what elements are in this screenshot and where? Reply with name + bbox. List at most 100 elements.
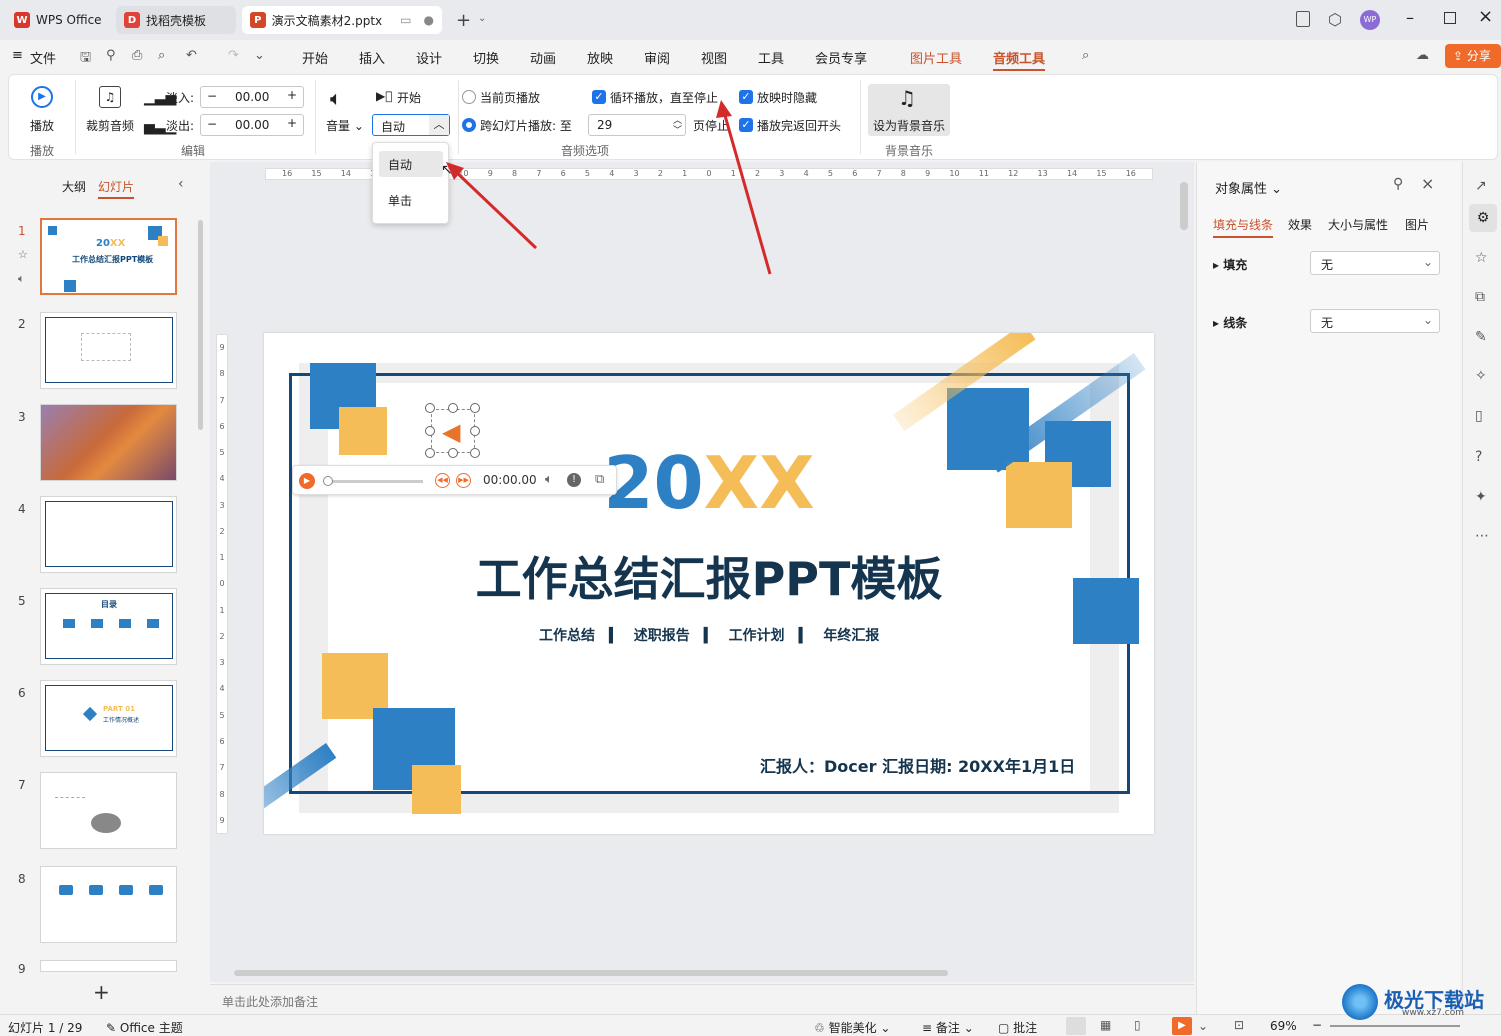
slideshow-play-icon[interactable]: ▶ — [1172, 1017, 1192, 1035]
menu-transition[interactable]: 切换 — [473, 48, 499, 67]
start-select[interactable]: 自动 ︿ — [372, 114, 450, 136]
menu-audio-tools[interactable]: 音频工具 — [993, 48, 1046, 71]
notes-area[interactable]: 单击此处添加备注 — [210, 984, 1194, 1014]
slide-thumb-2[interactable] — [40, 312, 177, 389]
menu-animation[interactable]: 动画 — [530, 48, 556, 67]
tab-fill-line[interactable]: 填充与线条 — [1213, 216, 1274, 238]
minus-icon[interactable]: − — [207, 89, 217, 103]
magic-icon[interactable]: ✧ — [1475, 368, 1487, 384]
slide-thumb-4[interactable] — [40, 496, 177, 573]
slide-thumb-9[interactable] — [40, 960, 177, 972]
trim-audio-button[interactable]: 裁剪音频 — [86, 117, 134, 134]
menu-start[interactable]: 开始 — [302, 48, 328, 67]
beautify-button[interactable]: ♲ 智能美化 ⌄ — [814, 1019, 890, 1036]
bg-music-button[interactable]: ♫ 设为背景音乐 — [868, 84, 950, 136]
properties-icon[interactable]: ⚙ — [1469, 204, 1497, 232]
comments-button[interactable]: ▢ 批注 — [998, 1019, 1037, 1036]
minus-icon[interactable]: − — [207, 117, 217, 131]
search-icon[interactable]: ⌕ — [1082, 48, 1089, 63]
theme-label[interactable]: ✎ Office 主题 — [106, 1019, 183, 1036]
save-icon[interactable]: 🖫 — [80, 48, 91, 70]
chevron-down-icon[interactable]: ⌄ — [478, 13, 486, 24]
grid-view-icon[interactable]: ▦ — [1100, 1018, 1111, 1032]
resize-handle[interactable] — [448, 448, 458, 458]
resize-handle[interactable] — [470, 448, 480, 458]
menu-review[interactable]: 审阅 — [644, 48, 670, 67]
slide-thumb-7[interactable] — [40, 772, 177, 849]
player-progress-handle[interactable] — [323, 476, 333, 486]
resize-handle[interactable] — [448, 403, 458, 413]
current-slide[interactable]: 20XX 工作总结汇报PPT模板 工作总结 ▍ 述职报告 ▍ 工作计划 ▍ 年终汇报 汇报人… — [264, 333, 1154, 834]
notes-button[interactable]: ≡ 备注 ⌄ — [922, 1019, 974, 1036]
player-progress[interactable] — [325, 480, 423, 483]
line-section[interactable]: ▸ 线条 — [1213, 314, 1247, 331]
arrow-icon[interactable]: ↗ — [1475, 178, 1487, 194]
screen-icon[interactable]: ▭ — [400, 13, 411, 27]
resize-handle[interactable] — [425, 426, 435, 436]
slide-thumb-8[interactable] — [40, 866, 177, 943]
help-icon[interactable]: ? — [1475, 449, 1482, 465]
close-icon[interactable]: × — [1421, 174, 1434, 193]
plugin-icon[interactable]: ✦ — [1475, 489, 1487, 505]
plus-icon[interactable]: + — [287, 116, 297, 130]
tab-docer[interactable]: D 找稻壳模板 — [116, 6, 236, 34]
normal-view-icon[interactable] — [1066, 1017, 1086, 1035]
dropdown-option-click[interactable]: 单击 — [379, 187, 443, 213]
menu-member[interactable]: 会员专享 — [815, 48, 867, 67]
resize-handle[interactable] — [425, 448, 435, 458]
copy-icon[interactable]: ⧉ — [1475, 289, 1485, 305]
menu-slideshow[interactable]: 放映 — [587, 48, 613, 67]
zoom-slider[interactable] — [1330, 1025, 1460, 1027]
tab-size-properties[interactable]: 大小与属性 — [1328, 216, 1388, 233]
resize-handle[interactable] — [470, 403, 480, 413]
player-play-icon[interactable]: ▶ — [299, 473, 315, 489]
slide-thumb-3[interactable] — [40, 404, 177, 481]
forward-icon[interactable]: ▶▶ — [456, 473, 471, 488]
menu-insert[interactable]: 插入 — [359, 48, 385, 67]
cube-icon[interactable]: ⬡ — [1328, 10, 1342, 29]
layout-icon[interactable] — [1296, 11, 1310, 27]
scrollbar[interactable] — [198, 220, 203, 430]
plus-icon[interactable]: + — [287, 88, 297, 102]
more-chevron-icon[interactable]: ⌄ — [254, 48, 265, 63]
menu-design[interactable]: 设计 — [416, 48, 442, 67]
reading-view-icon[interactable]: ▯ — [1134, 1018, 1141, 1032]
play-icon[interactable]: ▶ — [31, 86, 53, 108]
menu-picture-tools[interactable]: 图片工具 — [910, 48, 962, 67]
menu-file[interactable]: 文件 — [30, 48, 56, 67]
fill-section[interactable]: ▸ 填充 — [1213, 256, 1247, 273]
pin-icon[interactable]: ⚲ — [1393, 176, 1403, 192]
fit-icon[interactable]: ⊡ — [1234, 1018, 1244, 1032]
minimize-icon[interactable]: – — [1406, 8, 1414, 27]
dropdown-option-auto[interactable]: 自动 — [379, 151, 443, 177]
zoom-out-icon[interactable]: − — [1312, 1018, 1322, 1032]
hamburger-icon[interactable]: ≡ — [12, 48, 23, 63]
line-select[interactable]: 无 ⌄ — [1310, 309, 1440, 333]
trim-audio-icon[interactable]: ♫ — [99, 86, 121, 108]
vertical-scrollbar[interactable] — [1180, 182, 1188, 230]
close-icon[interactable]: × — [1478, 6, 1493, 27]
volume-button[interactable]: 音量 ⌄ — [326, 117, 364, 134]
maximize-icon[interactable] — [1444, 12, 1456, 24]
redo-icon[interactable]: ↷ — [228, 48, 239, 63]
slide-thumb-5[interactable]: 目录 — [40, 588, 177, 665]
fade-out-stepper[interactable]: − 00.00 + — [200, 114, 304, 136]
tab-picture[interactable]: 图片 — [1405, 216, 1429, 233]
slide-thumb-6[interactable]: PART 01 工作情况概述 — [40, 680, 177, 757]
undo-icon[interactable]: ↶ — [186, 48, 197, 63]
fade-in-stepper[interactable]: − 00.00 + — [200, 86, 304, 108]
zoom-level[interactable]: 69% — [1270, 1019, 1297, 1033]
print-icon[interactable]: ⎙ — [132, 48, 142, 63]
horizontal-scrollbar[interactable] — [234, 970, 948, 976]
chevron-down-icon[interactable]: ⌄ — [1198, 1019, 1208, 1033]
more-icon[interactable]: ⋯ — [1475, 528, 1489, 544]
volume-icon[interactable]: 🔈︎ — [330, 86, 342, 110]
slide-thumb-1[interactable]: 20XX 工作总结汇报PPT模板 — [40, 218, 177, 295]
tab-slides[interactable]: 幻灯片 — [98, 178, 135, 199]
audio-object[interactable]: ◀ — [431, 409, 475, 453]
new-tab-icon[interactable]: + — [456, 10, 471, 31]
menu-tools[interactable]: 工具 — [758, 48, 784, 67]
add-slide-button[interactable]: + — [93, 980, 110, 1004]
tab-effects[interactable]: 效果 — [1288, 216, 1312, 233]
avatar[interactable]: WP — [1360, 10, 1380, 30]
